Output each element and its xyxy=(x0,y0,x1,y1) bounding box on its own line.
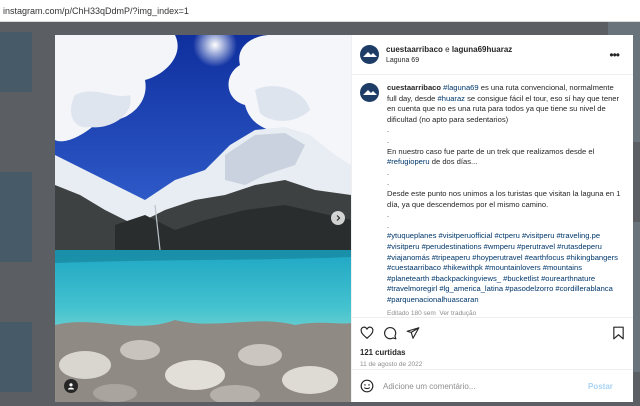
post-comment-button[interactable]: Postar xyxy=(588,382,613,391)
chevron-right-icon xyxy=(336,215,341,221)
caption-dot: . xyxy=(387,135,390,145)
address-bar[interactable]: instagram.com/p/ChH33qDdmP/?img_index=1 xyxy=(0,0,640,22)
likes-count[interactable]: 121 curtidas xyxy=(360,348,625,357)
header-text: cuestaarribaco e laguna69huaraz Laguna 6… xyxy=(386,44,512,66)
post-header: cuestaarribaco e laguna69huaraz Laguna 6… xyxy=(352,35,633,75)
caption-paragraph: Desde este punto nos unimos a los turist… xyxy=(387,188,621,209)
coauthor-link[interactable]: laguna69huaraz xyxy=(452,45,512,54)
caption-paragraph: de dos días... xyxy=(429,157,478,167)
comment-bar: Postar xyxy=(352,369,633,402)
hashtag-link[interactable]: #huaraz xyxy=(438,94,465,103)
hashtag-list[interactable]: #ytuqueplanes #visitperuofficial #ctperu… xyxy=(387,231,622,305)
caption-dot: . xyxy=(387,210,390,220)
hashtag-link[interactable]: #refugioperu xyxy=(387,157,430,166)
caption-dot: . xyxy=(387,178,390,188)
background-thumbnail xyxy=(0,322,32,392)
post-date: 11 de agosto de 2022 xyxy=(360,361,423,368)
bookmark-icon[interactable] xyxy=(612,326,625,340)
caption-dot: . xyxy=(387,125,390,135)
heart-icon[interactable] xyxy=(360,326,374,340)
avatar[interactable] xyxy=(360,45,379,64)
action-icons xyxy=(360,324,625,342)
background-thumbnail xyxy=(0,172,32,262)
hashtag-link[interactable]: #laguna69 xyxy=(443,83,478,92)
mountain-lagoon-photo xyxy=(55,35,351,402)
avatar-logo-icon xyxy=(363,52,377,57)
post-sidebar: cuestaarribaco e laguna69huaraz Laguna 6… xyxy=(351,35,633,402)
location-link[interactable]: Laguna 69 xyxy=(386,55,512,66)
comment-icon[interactable] xyxy=(383,326,397,340)
post-actions: 121 curtidas 11 de agosto de 2022 xyxy=(352,317,633,368)
background-thumbnail xyxy=(0,32,32,92)
caption-dot: . xyxy=(387,220,390,230)
more-icon[interactable]: ••• xyxy=(609,48,620,62)
caption-author-link[interactable]: cuestaarribaco xyxy=(387,83,441,92)
share-icon[interactable] xyxy=(406,326,420,340)
author-link[interactable]: cuestaarribaco xyxy=(386,45,443,54)
url-text: instagram.com/p/ChH33qDdmP/?img_index=1 xyxy=(3,6,189,16)
comment-input[interactable] xyxy=(383,381,588,391)
caption-paragraph: En nuestro caso fue parte de un trek que… xyxy=(387,146,595,156)
caption-text: cuestaarribaco #laguna69 es una ruta con… xyxy=(387,83,622,320)
next-image-button[interactable] xyxy=(331,211,345,225)
avatar[interactable] xyxy=(360,83,379,102)
post-image[interactable] xyxy=(55,35,351,402)
caption-dot: . xyxy=(387,167,390,177)
caption-block: cuestaarribaco #laguna69 es una ruta con… xyxy=(352,75,633,320)
avatar-logo-icon xyxy=(363,90,377,95)
user-tag-button[interactable] xyxy=(64,379,78,393)
post-modal: cuestaarribaco e laguna69huaraz Laguna 6… xyxy=(55,35,633,402)
user-tag-icon xyxy=(68,383,74,390)
header-connector: e xyxy=(442,44,452,54)
emoji-icon[interactable] xyxy=(360,379,374,393)
